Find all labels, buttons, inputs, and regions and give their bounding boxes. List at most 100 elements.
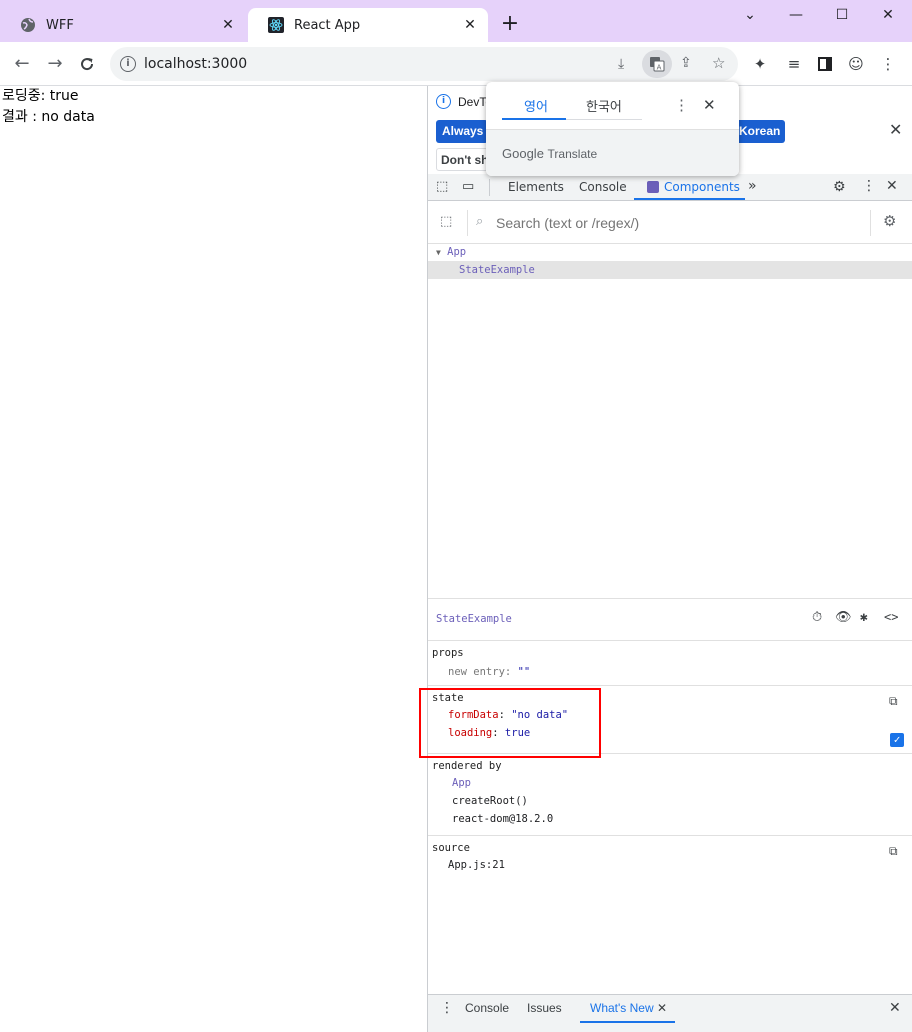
google-translate-logo: Google Translate [502, 146, 597, 161]
divider [489, 179, 490, 196]
globe-icon [20, 17, 36, 33]
component-tree: ▼ App StateExample [428, 244, 912, 279]
bug-icon[interactable]: ✱ [860, 610, 868, 625]
tab-search-icon[interactable]: ⌄ [736, 4, 764, 26]
svg-text:A: A [657, 64, 662, 72]
translate-popup: 영어 한국어 ⋮ ✕ Google Translate [486, 82, 739, 176]
react-components-icon [647, 181, 659, 193]
caret-down-icon[interactable]: ▼ [436, 248, 441, 257]
minimize-button[interactable]: — [782, 4, 810, 26]
divider [870, 210, 871, 236]
brand-name: Google [502, 146, 544, 161]
rendered-by-item[interactable]: App [428, 774, 912, 792]
close-tab-icon[interactable]: ✕ [462, 17, 478, 33]
inspect-element-icon[interactable]: ⬚ [436, 179, 448, 194]
extensions-icon[interactable]: ✦ [750, 54, 770, 74]
tab-react-app[interactable]: React App ✕ [248, 8, 488, 42]
share-icon[interactable]: ⇪ [680, 55, 692, 71]
close-translate-icon[interactable]: ✕ [703, 96, 716, 114]
target-language-tab[interactable]: 한국어 [586, 96, 622, 115]
bookmark-star-icon[interactable]: ☆ [712, 54, 725, 72]
drawer-tab-whats-new[interactable]: What's New ✕ [580, 1001, 675, 1023]
select-element-icon[interactable]: ⬚ [440, 214, 452, 229]
tab-components[interactable]: Components [634, 174, 745, 200]
tab-console[interactable]: Console [579, 174, 627, 201]
eye-icon[interactable]: 👁 [835, 610, 852, 625]
react-icon [268, 17, 284, 33]
copy-icon[interactable]: ⧉ [889, 844, 898, 859]
inspector-header: StateExample ⏱ 👁 ✱ <> [428, 598, 912, 640]
address-bar[interactable]: i localhost:3000 ⤓ A ⇪ ☆ [110, 47, 738, 81]
translate-options-icon[interactable]: ⋮ [674, 96, 689, 114]
components-search-bar: ⬚ ⌕ ⚙ [428, 202, 912, 244]
active-tab-indicator [502, 118, 566, 120]
tab-title: WFF [46, 17, 74, 33]
devtools-menu-icon[interactable]: ⋮ [862, 178, 876, 194]
tree-node-label: StateExample [459, 264, 535, 276]
url-text[interactable]: localhost:3000 [144, 56, 247, 72]
close-tab-icon[interactable]: ✕ [220, 17, 236, 33]
props-title: props [432, 647, 464, 659]
service-name: Translate [547, 147, 598, 161]
prop-value: "" [517, 666, 531, 678]
prop-row[interactable]: new entry: "" [428, 663, 912, 681]
always-match-button[interactable]: Always r [436, 120, 488, 143]
source-location[interactable]: App.js:21 [428, 856, 912, 874]
tab-underline [566, 119, 642, 120]
close-tab-icon[interactable]: ✕ [657, 1001, 667, 1015]
copy-icon[interactable]: ⧉ [889, 694, 898, 709]
source-section: source ⧉ App.js:21 [428, 835, 912, 885]
highlight-box [419, 688, 601, 758]
close-devtools-icon[interactable]: ✕ [886, 178, 898, 194]
install-icon[interactable]: ⤓ [618, 56, 624, 72]
drawer-menu-icon[interactable]: ⋮ [440, 1000, 454, 1016]
tab-wff[interactable]: WFF ✕ [0, 8, 246, 42]
close-notice-icon[interactable]: ✕ [889, 120, 902, 139]
side-panel-icon[interactable] [815, 54, 835, 74]
devtools-tab-bar: ⬚ ▭ Elements Console Components » ⚙ ⋮ ✕ [428, 174, 912, 201]
translate-footer: Google Translate [486, 129, 739, 176]
title-bar: WFF ✕ React App ✕ + ⌄ — ☐ ✕ [0, 0, 912, 42]
drawer-tab-console[interactable]: Console [465, 1001, 509, 1015]
switch-korean-button[interactable]: Korean [734, 120, 786, 143]
source-language-tab[interactable]: 영어 [524, 96, 548, 115]
more-tabs-icon[interactable]: » [748, 178, 757, 194]
drawer-tab-label: What's New [590, 1001, 654, 1015]
components-settings-icon[interactable]: ⚙ [883, 212, 896, 230]
translate-icon[interactable]: A [642, 50, 672, 78]
tree-node-stateexample[interactable]: StateExample [428, 261, 912, 279]
reload-button[interactable] [75, 52, 99, 76]
devtools-panel: i DevTo Always r Korean ✕ Don't sh ⬚ ▭ E… [427, 86, 912, 1032]
device-toolbar-icon[interactable]: ▭ [462, 179, 474, 194]
close-drawer-icon[interactable]: ✕ [889, 1000, 901, 1016]
tab-title: React App [294, 17, 361, 33]
tab-components-label: Components [664, 180, 740, 194]
maximize-button[interactable]: ☐ [828, 4, 856, 26]
dont-show-again-button[interactable]: Don't sh [436, 148, 488, 171]
view-source-icon[interactable]: <> [884, 610, 898, 624]
profile-avatar-icon[interactable]: ☺ [846, 54, 866, 74]
search-input[interactable] [496, 212, 866, 234]
back-button[interactable]: ← [10, 52, 34, 76]
page-content: 로딩중: true 결과 : no data [0, 86, 427, 1032]
timer-icon[interactable]: ⏱ [812, 610, 822, 625]
loading-status-text: 로딩중: true [2, 88, 79, 104]
result-text: 결과 : no data [2, 109, 95, 125]
drawer-tab-issues[interactable]: Issues [527, 1001, 562, 1015]
browser-toolbar: ← → i localhost:3000 ⤓ A ⇪ ☆ ✦ ≡ ☺ ⋮ [0, 42, 912, 86]
rendered-by-item: react-dom@18.2.0 [452, 813, 554, 825]
tab-elements[interactable]: Elements [508, 174, 564, 201]
site-info-icon[interactable]: i [120, 56, 136, 72]
source-title: source [432, 842, 470, 854]
devtools-drawer: ⋮ Console Issues What's New ✕ ✕ [428, 994, 912, 1032]
forward-button[interactable]: → [43, 52, 67, 76]
reading-list-icon[interactable]: ≡ [784, 54, 804, 74]
rendered-by-section: rendered by App createRoot() react-dom@1… [428, 753, 912, 835]
loading-checkbox[interactable]: ✓ [890, 733, 904, 747]
window-close-button[interactable]: ✕ [874, 4, 902, 26]
info-icon: i [436, 94, 451, 109]
menu-kebab-icon[interactable]: ⋮ [878, 54, 898, 74]
new-tab-button[interactable]: + [500, 13, 520, 35]
tree-node-app[interactable]: ▼ App [428, 244, 912, 261]
settings-gear-icon[interactable]: ⚙ [833, 179, 846, 195]
